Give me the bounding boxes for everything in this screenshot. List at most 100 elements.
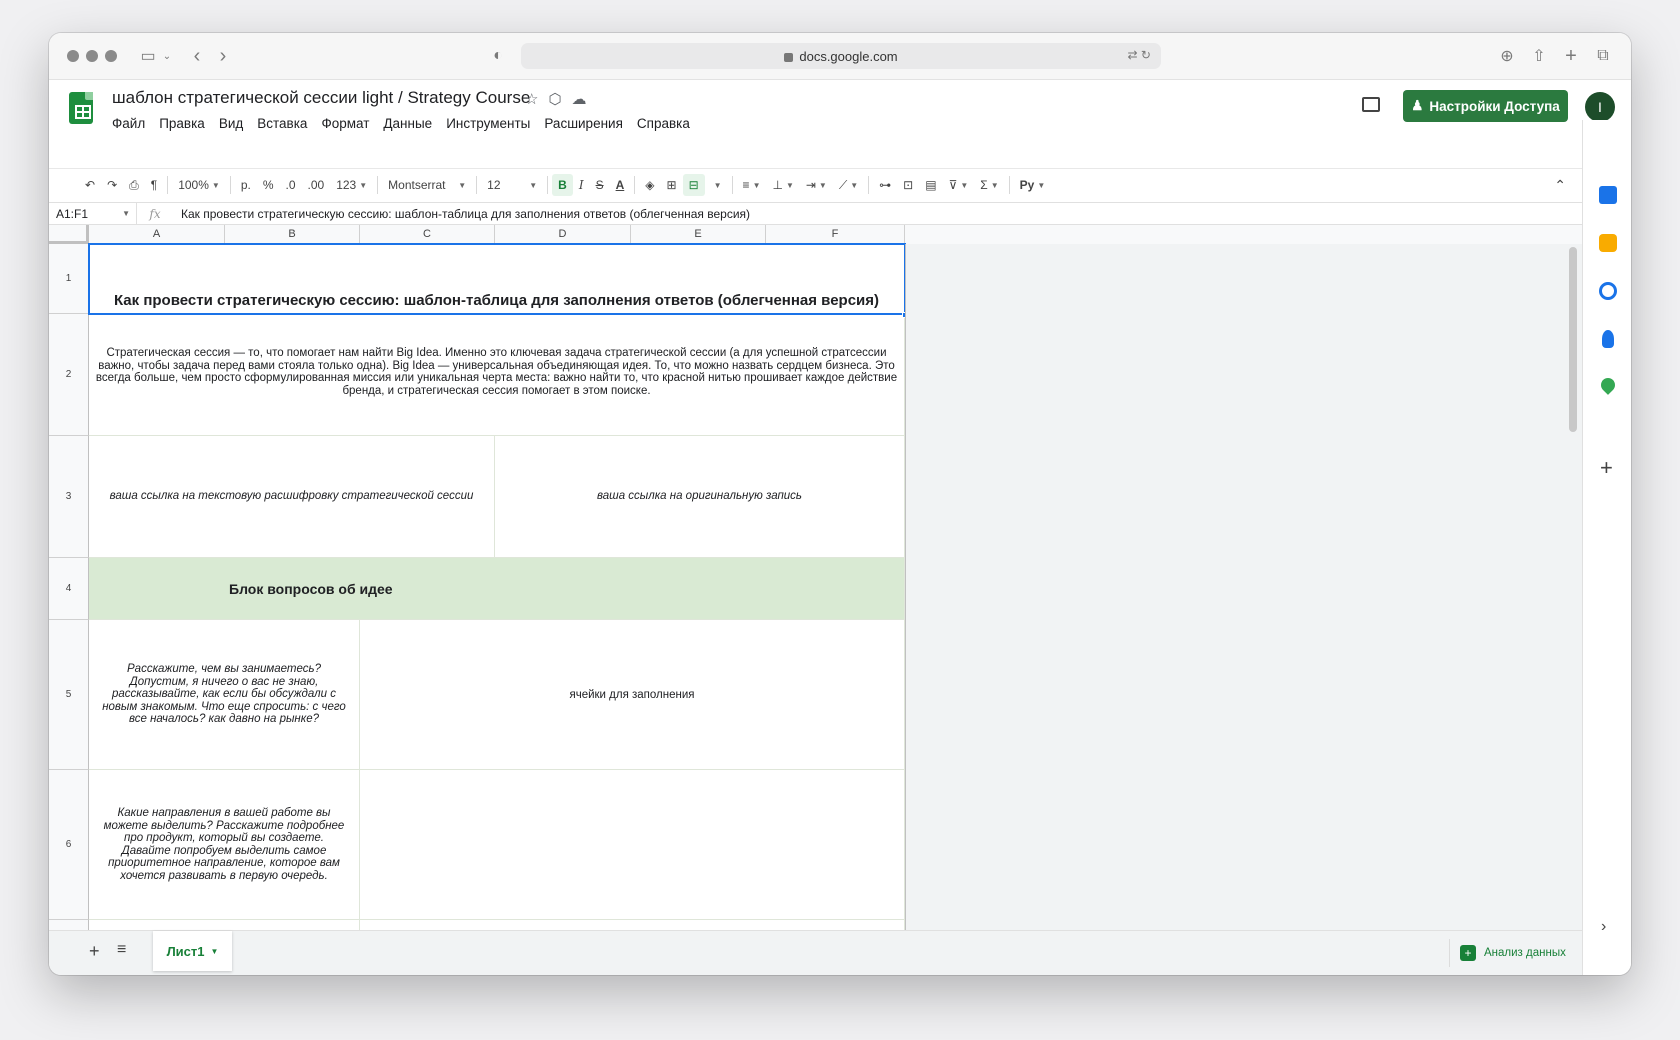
functions-icon[interactable]: Σ ▼ <box>974 169 1004 202</box>
menu-file[interactable]: Файл <box>112 116 145 131</box>
row-header-3[interactable]: 3 <box>49 436 89 558</box>
select-all-corner[interactable] <box>49 225 89 244</box>
zoom-select[interactable]: 100% ▼ <box>172 169 226 202</box>
explore-button[interactable]: + Анализ данных <box>1449 939 1566 967</box>
insert-link-icon[interactable]: ⊶ <box>873 169 897 202</box>
font-select[interactable]: Montserrat ▼ <box>382 169 472 202</box>
chevron-down-icon[interactable]: ⌄ <box>161 45 173 67</box>
all-sheets-icon[interactable]: ≡ <box>117 941 126 959</box>
text-wrap-icon[interactable]: ⇥ ▼ <box>800 169 833 202</box>
formula-input[interactable]: Как провести стратегическую сессию: шабл… <box>173 207 750 221</box>
italic-button[interactable]: I <box>573 169 590 202</box>
collapse-toolbar-icon[interactable]: ⌃ <box>1548 169 1572 202</box>
redo-icon[interactable]: ↷ <box>101 169 123 202</box>
menu-view[interactable]: Вид <box>219 116 243 131</box>
row-header-7[interactable]: 7 <box>49 920 89 930</box>
menu-insert[interactable]: Вставка <box>257 116 307 131</box>
minimize-window-button[interactable] <box>86 50 98 62</box>
row-header-1[interactable]: 1 <box>49 244 89 314</box>
title-action-icons[interactable]: ☆⬡☁ <box>525 90 597 108</box>
text-rotation-icon[interactable]: ⟋ ▼ <box>833 169 864 202</box>
row-header-5[interactable]: 5 <box>49 620 89 770</box>
cell-a4-section-header[interactable]: Блок вопросов об идее <box>89 558 905 620</box>
chevron-down-icon[interactable]: ▼ <box>705 169 728 202</box>
column-header-e[interactable]: E <box>631 225 766 244</box>
menu-data[interactable]: Данные <box>383 116 432 131</box>
tab-overview-icon[interactable]: ⧉ <box>1594 45 1612 67</box>
cell-c5-answer[interactable]: ячейки для заполнения <box>360 620 905 770</box>
fill-color-icon[interactable]: ◈ <box>639 169 660 202</box>
vertical-scrollbar[interactable] <box>1569 247 1577 432</box>
filter-icon[interactable]: ⊽ ▼ <box>943 169 975 202</box>
merge-cells-icon[interactable]: ⊟ <box>682 174 705 196</box>
column-header-b[interactable]: B <box>225 225 360 244</box>
cell-a1-merged-title[interactable]: Как провести стратегическую сессию: шабл… <box>89 244 905 314</box>
tasks-icon[interactable] <box>1599 282 1617 300</box>
name-box[interactable]: A1:F1 ▼ <box>49 203 137 224</box>
cell-c7[interactable] <box>360 920 905 930</box>
share-button[interactable]: ♟ Настройки Доступа <box>1403 90 1568 122</box>
column-header-c[interactable]: C <box>360 225 495 244</box>
share-icon[interactable]: ⇧ <box>1530 45 1548 67</box>
row-header-4[interactable]: 4 <box>49 558 89 620</box>
decrease-decimal-button[interactable]: .0 <box>280 169 302 202</box>
column-header-d[interactable]: D <box>495 225 631 244</box>
bold-button[interactable]: B <box>552 174 573 196</box>
new-tab-icon[interactable]: + <box>1562 45 1580 67</box>
cell-a7[interactable] <box>89 920 360 930</box>
row-header-6[interactable]: 6 <box>49 770 89 920</box>
column-header-f[interactable]: F <box>766 225 905 244</box>
sheets-logo-icon[interactable] <box>69 92 93 124</box>
percent-format-button[interactable]: % <box>257 169 280 202</box>
address-bar[interactable]: docs.google.com ⇄ ↻ <box>521 43 1161 69</box>
menu-format[interactable]: Формат <box>321 116 369 131</box>
input-tools-button[interactable]: Pу ▼ <box>1014 169 1052 202</box>
menu-tools[interactable]: Инструменты <box>446 116 530 131</box>
cell-d3-recording-link[interactable]: ваша ссылка на оригинальную запись <box>495 436 905 558</box>
contacts-icon[interactable] <box>1602 330 1614 348</box>
privacy-shield-icon[interactable]: ◐ <box>490 45 506 67</box>
print-icon[interactable]: ⎙ <box>123 169 145 202</box>
column-header-a[interactable]: A <box>89 225 225 244</box>
increase-decimal-button[interactable]: .00 <box>302 169 331 202</box>
text-color-button[interactable]: A <box>610 169 631 202</box>
vertical-align-icon[interactable]: ⊥ ▼ <box>766 169 799 202</box>
keep-icon[interactable] <box>1599 234 1617 252</box>
strikethrough-button[interactable]: S <box>590 169 610 202</box>
cell-c6-answer[interactable] <box>360 770 905 920</box>
add-addon-icon[interactable]: + <box>1600 455 1613 481</box>
back-icon[interactable]: ‹ <box>189 45 205 67</box>
translate-reload-icons[interactable]: ⇄ ↻ <box>1128 48 1151 62</box>
calendar-icon[interactable] <box>1599 186 1617 204</box>
document-title[interactable]: шаблон стратегической сессии light / Str… <box>112 88 530 108</box>
maps-icon[interactable] <box>1598 375 1618 395</box>
horizontal-align-icon[interactable]: ≡ ▼ <box>737 169 767 202</box>
currency-format-button[interactable]: р. <box>235 169 257 202</box>
undo-icon[interactable]: ↶ <box>79 169 101 202</box>
cell-a6-question[interactable]: Какие направления в вашей работе вы може… <box>89 770 360 920</box>
menu-edit[interactable]: Правка <box>159 116 205 131</box>
cell-a3-transcript-link[interactable]: ваша ссылка на текстовую расшифровку стр… <box>89 436 495 558</box>
borders-icon[interactable]: ⊞ <box>661 169 683 202</box>
font-size-select[interactable]: 12 ▼ <box>481 169 543 202</box>
row-header-2[interactable]: 2 <box>49 314 89 436</box>
menu-help[interactable]: Справка <box>637 116 690 131</box>
sheet-tab-1[interactable]: Лист1 ▼ <box>153 931 232 971</box>
avatar[interactable]: I <box>1585 92 1615 122</box>
add-sheet-icon[interactable]: + <box>89 941 100 962</box>
paint-format-icon[interactable]: ¶ <box>145 169 163 202</box>
cell-a5-question[interactable]: Расскажите, чем вы занимаетесь? Допустим… <box>89 620 360 770</box>
sidebar-toggle-icon[interactable]: ▭ <box>135 45 161 67</box>
insert-chart-icon[interactable]: ▤ <box>919 169 942 202</box>
zoom-window-button[interactable] <box>105 50 117 62</box>
download-icon[interactable]: ⊕ <box>1498 45 1516 67</box>
cell-a2-merged-description[interactable]: Стратегическая сессия — то, что помогает… <box>89 314 905 436</box>
menu-extensions[interactable]: Расширения <box>544 116 623 131</box>
forward-icon[interactable]: › <box>215 45 231 67</box>
insert-comment-icon[interactable]: ⊡ <box>897 169 919 202</box>
close-window-button[interactable] <box>67 50 79 62</box>
expand-panel-icon[interactable]: › <box>1601 918 1606 936</box>
number-format-select[interactable]: 123 ▼ <box>330 169 373 202</box>
comment-history-icon[interactable] <box>1362 97 1380 112</box>
lock-icon <box>784 52 794 62</box>
